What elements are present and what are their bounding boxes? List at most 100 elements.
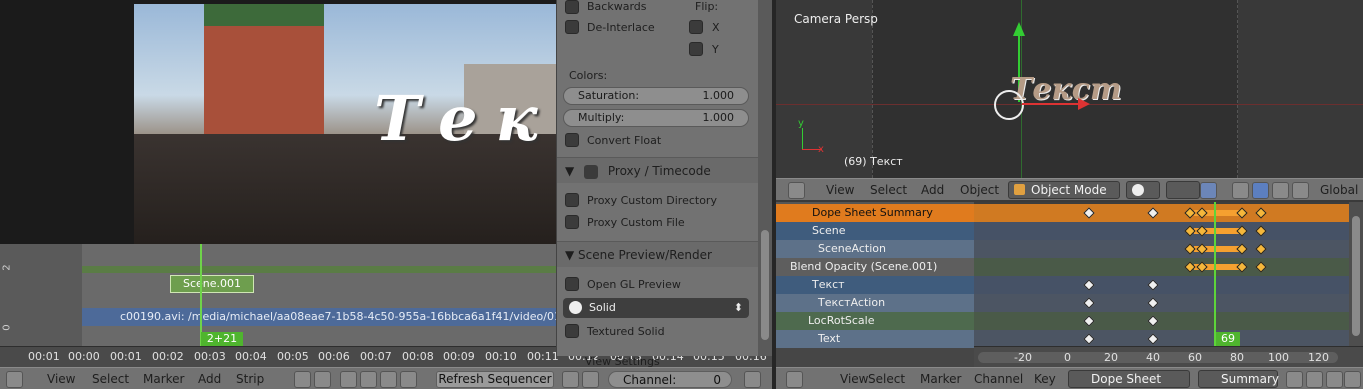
- refresh-sequencer-button[interactable]: Refresh Sequencer: [436, 371, 554, 388]
- channel-label: Текст: [812, 278, 845, 291]
- deinterlace-checkbox[interactable]: [565, 20, 579, 34]
- pivot-dropdown[interactable]: [1166, 181, 1200, 199]
- frame-cursor[interactable]: [1214, 202, 1216, 346]
- safe-areas-icon[interactable]: [582, 371, 599, 388]
- ruler-tick: 00:11: [527, 350, 559, 363]
- menu-channel[interactable]: Channel: [974, 372, 1023, 386]
- ruler-tick: 100: [1268, 351, 1289, 364]
- ruler-tick: 00:08: [402, 350, 434, 363]
- dope-scroll-thumb[interactable]: [1352, 216, 1360, 336]
- channel-locrotscale[interactable]: LocRotScale: [776, 312, 974, 330]
- opengl-preview-label: Open GL Preview: [587, 278, 681, 291]
- backwards-checkbox[interactable]: [565, 0, 579, 14]
- scene-panel-header[interactable]: ▼ Scene Preview/Render: [557, 241, 759, 267]
- channel-field[interactable]: Channel: 0: [608, 371, 732, 388]
- opengl-preview-checkbox[interactable]: [565, 277, 579, 291]
- dope-mode-dropdown[interactable]: Dope Sheet: [1068, 370, 1190, 388]
- 3d-viewport[interactable]: Camera Persp Текст y x (69) Текст: [776, 0, 1363, 178]
- menu-add[interactable]: Add: [198, 372, 221, 386]
- sphere-icon: [1132, 184, 1144, 196]
- viewport-shading-dropdown[interactable]: [1126, 181, 1160, 199]
- mode-dropdown[interactable]: Object Mode: [1008, 181, 1120, 199]
- display-waveform-icon[interactable]: [400, 371, 417, 388]
- menu-view[interactable]: View: [826, 183, 854, 197]
- only-errors-icon[interactable]: [1326, 371, 1343, 388]
- sequencer-editor: Текст 2 0 Scene.001 c00190.avi: /media/m…: [0, 0, 772, 368]
- flip-y-checkbox[interactable]: [689, 42, 703, 56]
- collapse-arrow-icon: ▼: [565, 164, 575, 178]
- ruler-tick: 20: [1104, 351, 1118, 364]
- 3d-view-header: View Select Add Object Object Mode Globa…: [776, 178, 1363, 200]
- collapse-arrow-icon: ▼: [565, 248, 579, 262]
- display-luma-icon[interactable]: [360, 371, 377, 388]
- strip-scene[interactable]: Scene.001: [170, 275, 254, 293]
- show-hidden-icon[interactable]: [1306, 371, 1323, 388]
- editor-type-icon[interactable]: [786, 371, 803, 388]
- translate-icon[interactable]: [1252, 182, 1269, 199]
- ruler-tick: 00:01: [28, 350, 60, 363]
- view-type-icon[interactable]: [294, 371, 311, 388]
- orientation-dropdown[interactable]: Global: [1320, 183, 1358, 197]
- channel-label: Scene: [812, 224, 846, 237]
- proxy-file-label: Proxy Custom File: [587, 216, 685, 229]
- text-object[interactable]: Текст: [1010, 72, 1122, 107]
- proxy-file-checkbox[interactable]: [565, 215, 579, 229]
- proxy-dir-checkbox[interactable]: [565, 193, 579, 207]
- scale-icon[interactable]: [1292, 182, 1309, 199]
- menu-key[interactable]: Key: [1034, 372, 1056, 386]
- menu-marker[interactable]: Marker: [920, 372, 961, 386]
- ruler-tick: 00:07: [360, 350, 392, 363]
- only-selected-icon[interactable]: [1286, 371, 1303, 388]
- convert-float-checkbox[interactable]: [565, 133, 579, 147]
- display-chroma-icon[interactable]: [380, 371, 397, 388]
- channel-number: 2: [1, 264, 13, 271]
- rotate-icon[interactable]: [1272, 182, 1289, 199]
- view-preview-icon[interactable]: [314, 371, 331, 388]
- manipulator-icon[interactable]: [1232, 182, 1249, 199]
- ruler-tick: 0: [1064, 351, 1071, 364]
- summary-toggle[interactable]: Summary: [1198, 370, 1279, 388]
- shading-dropdown[interactable]: Solid ⬍: [563, 298, 749, 318]
- frame-ruler[interactable]: -20 0 20 40 60 80 100 120: [974, 346, 1363, 368]
- menu-object[interactable]: Object: [960, 183, 999, 197]
- editor-type-icon[interactable]: [6, 371, 23, 388]
- menu-select[interactable]: Select: [870, 183, 907, 197]
- menu-marker[interactable]: Marker: [143, 372, 184, 386]
- ghost-icon[interactable]: [744, 371, 761, 388]
- layers-icon[interactable]: [1200, 182, 1217, 199]
- multiply-slider[interactable]: Multiply: 1.000: [563, 109, 749, 127]
- sequencer-header: View Select Marker Add Strip Refresh Seq…: [0, 367, 772, 389]
- menu-add[interactable]: Add: [921, 183, 944, 197]
- ruler-tick: 00:03: [194, 350, 226, 363]
- channel-text-data[interactable]: Text: [776, 330, 974, 348]
- menu-select[interactable]: Select: [92, 372, 129, 386]
- manipulator-x-arrow-icon[interactable]: [1078, 98, 1090, 110]
- channel-label: Blend Opacity (Scene.001): [790, 260, 938, 273]
- ruler-tick: 40: [1146, 351, 1160, 364]
- filter-icon[interactable]: [1344, 371, 1361, 388]
- manipulator-x-axis[interactable]: [1022, 103, 1084, 105]
- channel-blend-opacity[interactable]: Blend Opacity (Scene.001): [776, 258, 974, 276]
- menu-select[interactable]: Select: [868, 372, 905, 386]
- channel-text-object[interactable]: Текст: [776, 276, 974, 294]
- channel-scene[interactable]: Scene: [776, 222, 974, 240]
- menu-view[interactable]: View: [840, 372, 868, 386]
- shading-value: Solid: [589, 301, 616, 314]
- channel-text-action[interactable]: ТекстAction: [776, 294, 974, 312]
- proxy-panel-header[interactable]: ▼ Proxy / Timecode: [557, 157, 759, 183]
- display-channels-icon[interactable]: [340, 371, 357, 388]
- channel-scene-action[interactable]: SceneAction: [776, 240, 974, 258]
- flip-x-checkbox[interactable]: [689, 20, 703, 34]
- keys-text-row: [974, 276, 1349, 294]
- overlay-icon[interactable]: [562, 371, 579, 388]
- properties-scroll-thumb[interactable]: [761, 230, 769, 340]
- channel-label: SceneAction: [818, 242, 886, 255]
- saturation-slider[interactable]: Saturation: 1.000: [563, 87, 749, 105]
- menu-view[interactable]: View: [47, 372, 75, 386]
- proxy-enable-checkbox[interactable]: [584, 164, 599, 179]
- menu-strip[interactable]: Strip: [236, 372, 264, 386]
- 3d-cursor[interactable]: [994, 90, 1024, 120]
- textured-solid-checkbox[interactable]: [565, 324, 579, 338]
- editor-type-icon[interactable]: [788, 182, 805, 199]
- channel-summary[interactable]: Dope Sheet Summary: [776, 204, 974, 222]
